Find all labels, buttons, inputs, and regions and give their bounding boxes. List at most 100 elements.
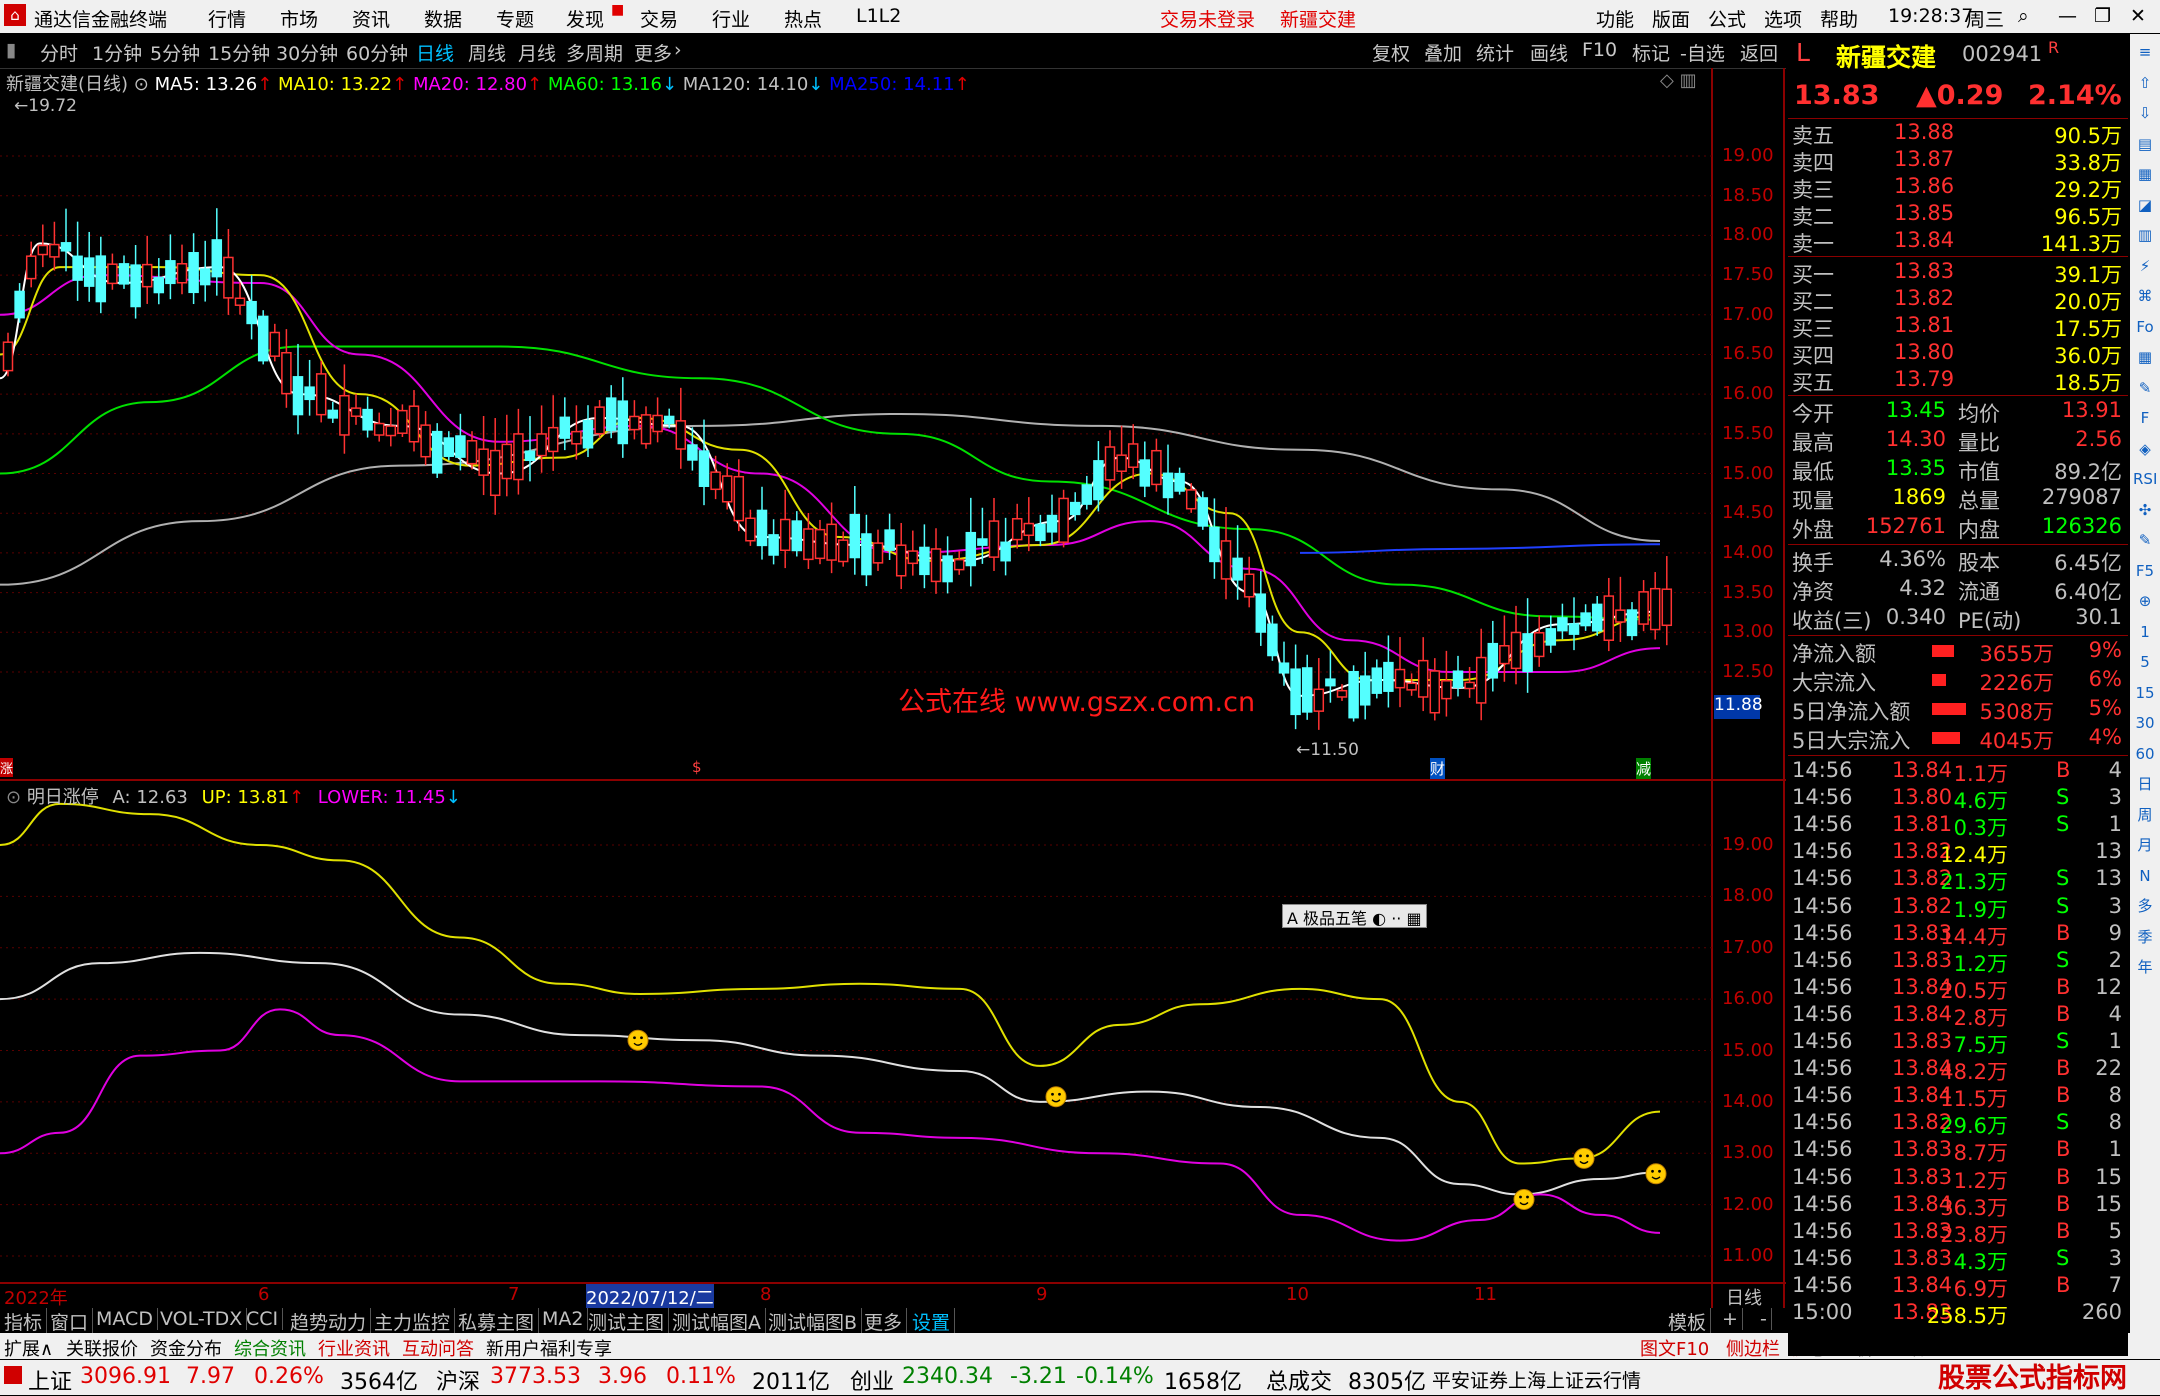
minimize-icon[interactable]: —: [2058, 5, 2077, 27]
side-tool-icon[interactable]: RSI: [2133, 467, 2157, 491]
bid-row[interactable]: 买一 13.83 39.1万: [1792, 259, 2124, 287]
indicator-tab[interactable]: MACD: [92, 1308, 158, 1330]
info-tab[interactable]: 资金分布: [150, 1335, 222, 1361]
info-tab[interactable]: 关联报价: [66, 1335, 138, 1361]
menu-item[interactable]: 行业: [712, 5, 750, 32]
indicator-tab[interactable]: 测试幅图B: [764, 1308, 863, 1335]
info-tab[interactable]: 互动问答: [402, 1335, 474, 1361]
side-tool-icon[interactable]: ⚡: [2133, 254, 2157, 278]
info-tab[interactable]: 新用户福利专享: [486, 1335, 612, 1361]
period-tab[interactable]: 1分钟: [92, 39, 142, 66]
info-tab[interactable]: 综合资讯: [234, 1335, 306, 1361]
kline-chart[interactable]: [0, 68, 1786, 1308]
side-tool-icon[interactable]: ⌘: [2133, 284, 2157, 308]
side-tool-icon[interactable]: 60: [2133, 742, 2157, 766]
toolbar-button[interactable]: 叠加: [1424, 39, 1462, 66]
toolbar-button[interactable]: 复权: [1372, 39, 1410, 66]
indicator-tab[interactable]: 趋势动力: [286, 1308, 372, 1335]
menu-item[interactable]: 版面: [1652, 5, 1690, 32]
menu-item[interactable]: 帮助: [1820, 5, 1858, 32]
indicator-tab[interactable]: 测试幅图A: [668, 1308, 766, 1335]
bid-row[interactable]: 买三 13.81 17.5万: [1792, 313, 2124, 341]
template-button[interactable]: 模板: [1664, 1308, 1712, 1335]
toolbar-button[interactable]: 标记: [1632, 39, 1670, 66]
period-tab[interactable]: 5分钟: [150, 39, 200, 66]
side-tool-icon[interactable]: Fo: [2133, 315, 2157, 339]
side-tool-icon[interactable]: ▦: [2133, 345, 2157, 369]
indicator-tab[interactable]: 窗口: [46, 1308, 94, 1335]
menu-item[interactable]: 行情: [208, 5, 246, 32]
period-tab[interactable]: 周线: [468, 39, 506, 66]
side-tool-icon[interactable]: ⊕: [2133, 589, 2157, 613]
side-tool-icon[interactable]: 30: [2133, 711, 2157, 735]
period-tab[interactable]: 更多: [634, 39, 672, 66]
side-tool-icon[interactable]: F: [2133, 406, 2157, 430]
bid-row[interactable]: 买四 13.80 36.0万: [1792, 340, 2124, 368]
period-tab[interactable]: 分时: [40, 39, 78, 66]
ask-row[interactable]: 卖三 13.86 29.2万: [1792, 174, 2124, 202]
bid-row[interactable]: 买五 13.79 18.5万: [1792, 367, 2124, 395]
toolbar-button[interactable]: 统计: [1476, 39, 1514, 66]
ask-row[interactable]: 卖二 13.85 96.5万: [1792, 201, 2124, 229]
menu-item[interactable]: 公式: [1708, 5, 1746, 32]
side-tool-icon[interactable]: 多: [2133, 894, 2157, 918]
chevron-right-icon[interactable]: ›: [674, 39, 682, 61]
indicator-tab[interactable]: VOL-TDX: [156, 1308, 248, 1330]
side-tool-icon[interactable]: ▦: [2133, 162, 2157, 186]
period-tab[interactable]: 月线: [518, 39, 556, 66]
side-tool-icon[interactable]: 年: [2133, 955, 2157, 979]
chart-options-icon[interactable]: ◇ ▥: [1660, 70, 1697, 91]
remove-button[interactable]: -: [1756, 1308, 1772, 1330]
side-tool-icon[interactable]: 1: [2133, 620, 2157, 644]
close-icon[interactable]: ✕: [2130, 5, 2146, 27]
f10-button[interactable]: 图文F10: [1640, 1335, 1709, 1361]
menu-item[interactable]: 资讯: [352, 5, 390, 32]
side-tool-icon[interactable]: N: [2133, 864, 2157, 888]
period-tab[interactable]: 30分钟: [276, 39, 338, 66]
bid-row[interactable]: 买二 13.82 20.0万: [1792, 286, 2124, 314]
side-tool-icon[interactable]: 季: [2133, 925, 2157, 949]
ime-toolbar[interactable]: A 极品五笔 ◐ ·· ▦: [1282, 904, 1427, 928]
menu-item[interactable]: 热点: [784, 5, 822, 32]
menu-item[interactable]: 功能: [1596, 5, 1634, 32]
event-flag-jian[interactable]: 减: [1636, 758, 1652, 779]
side-tool-icon[interactable]: 5: [2133, 650, 2157, 674]
menu-item[interactable]: L1L2: [856, 5, 901, 27]
menu-item[interactable]: 发现: [566, 5, 604, 32]
side-tool-icon[interactable]: 月: [2133, 833, 2157, 857]
cy-label[interactable]: 创业: [850, 1364, 894, 1396]
ask-row[interactable]: 卖一 13.84 141.3万: [1792, 228, 2124, 256]
menu-item[interactable]: 选项: [1764, 5, 1802, 32]
add-button[interactable]: +: [1718, 1308, 1743, 1330]
side-tool-icon[interactable]: ⇩: [2133, 101, 2157, 125]
indicator-tab[interactable]: 测试主图: [584, 1308, 670, 1335]
hs-label[interactable]: 沪深: [436, 1364, 480, 1396]
event-flag-zhang[interactable]: 涨: [0, 758, 14, 777]
menu-item[interactable]: 交易: [640, 5, 678, 32]
ask-row[interactable]: 卖五 13.88 90.5万: [1792, 120, 2124, 148]
search-icon[interactable]: ⌕: [2018, 5, 2029, 27]
toolbar-menu-icon[interactable]: ▮: [6, 39, 16, 61]
indicator-tab[interactable]: 指标: [0, 1308, 48, 1335]
side-tool-icon[interactable]: 15: [2133, 681, 2157, 705]
event-flag-cai[interactable]: 财: [1430, 758, 1446, 779]
indicator-tab[interactable]: MA2: [538, 1308, 589, 1330]
side-tool-icon[interactable]: ▤: [2133, 132, 2157, 156]
side-tool-icon[interactable]: ⇧: [2133, 71, 2157, 95]
menu-item[interactable]: 市场: [280, 5, 318, 32]
side-tool-icon[interactable]: 周: [2133, 803, 2157, 827]
indicator-tab[interactable]: 主力监控: [370, 1308, 456, 1335]
indicator-tab[interactable]: 设置: [908, 1308, 956, 1335]
toolbar-button[interactable]: 返回: [1740, 39, 1778, 66]
side-tool-icon[interactable]: ✎: [2133, 528, 2157, 552]
side-tool-icon[interactable]: ◪: [2133, 193, 2157, 217]
period-tab-active[interactable]: 日线: [416, 39, 454, 66]
toolbar-button[interactable]: -自选: [1680, 39, 1725, 66]
dropdown-icon[interactable]: ⊙: [134, 74, 155, 95]
indicator-tab[interactable]: 更多: [860, 1308, 908, 1335]
indicator-tab[interactable]: CCI: [242, 1308, 284, 1330]
menu-item[interactable]: 数据: [424, 5, 462, 32]
menu-item[interactable]: 专题: [496, 5, 534, 32]
event-flag-dollar[interactable]: $: [692, 758, 702, 776]
login-status[interactable]: 交易未登录: [1160, 5, 1255, 32]
